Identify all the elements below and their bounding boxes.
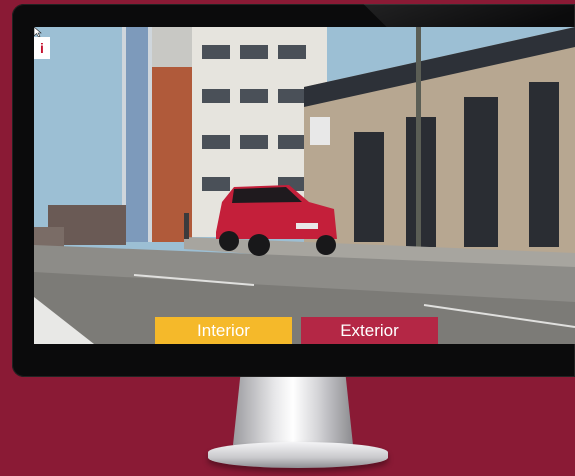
mouse-cursor-icon [34,27,42,37]
street-scene-image [34,27,575,344]
monitor-stand-neck [233,377,353,445]
monitor-screen: i Interior Exterior [34,27,575,344]
info-icon[interactable]: i [34,37,50,59]
exterior-tab-button[interactable]: Exterior [301,317,438,344]
interior-tab-button[interactable]: Interior [155,317,292,344]
monitor-stand-base [208,442,388,468]
